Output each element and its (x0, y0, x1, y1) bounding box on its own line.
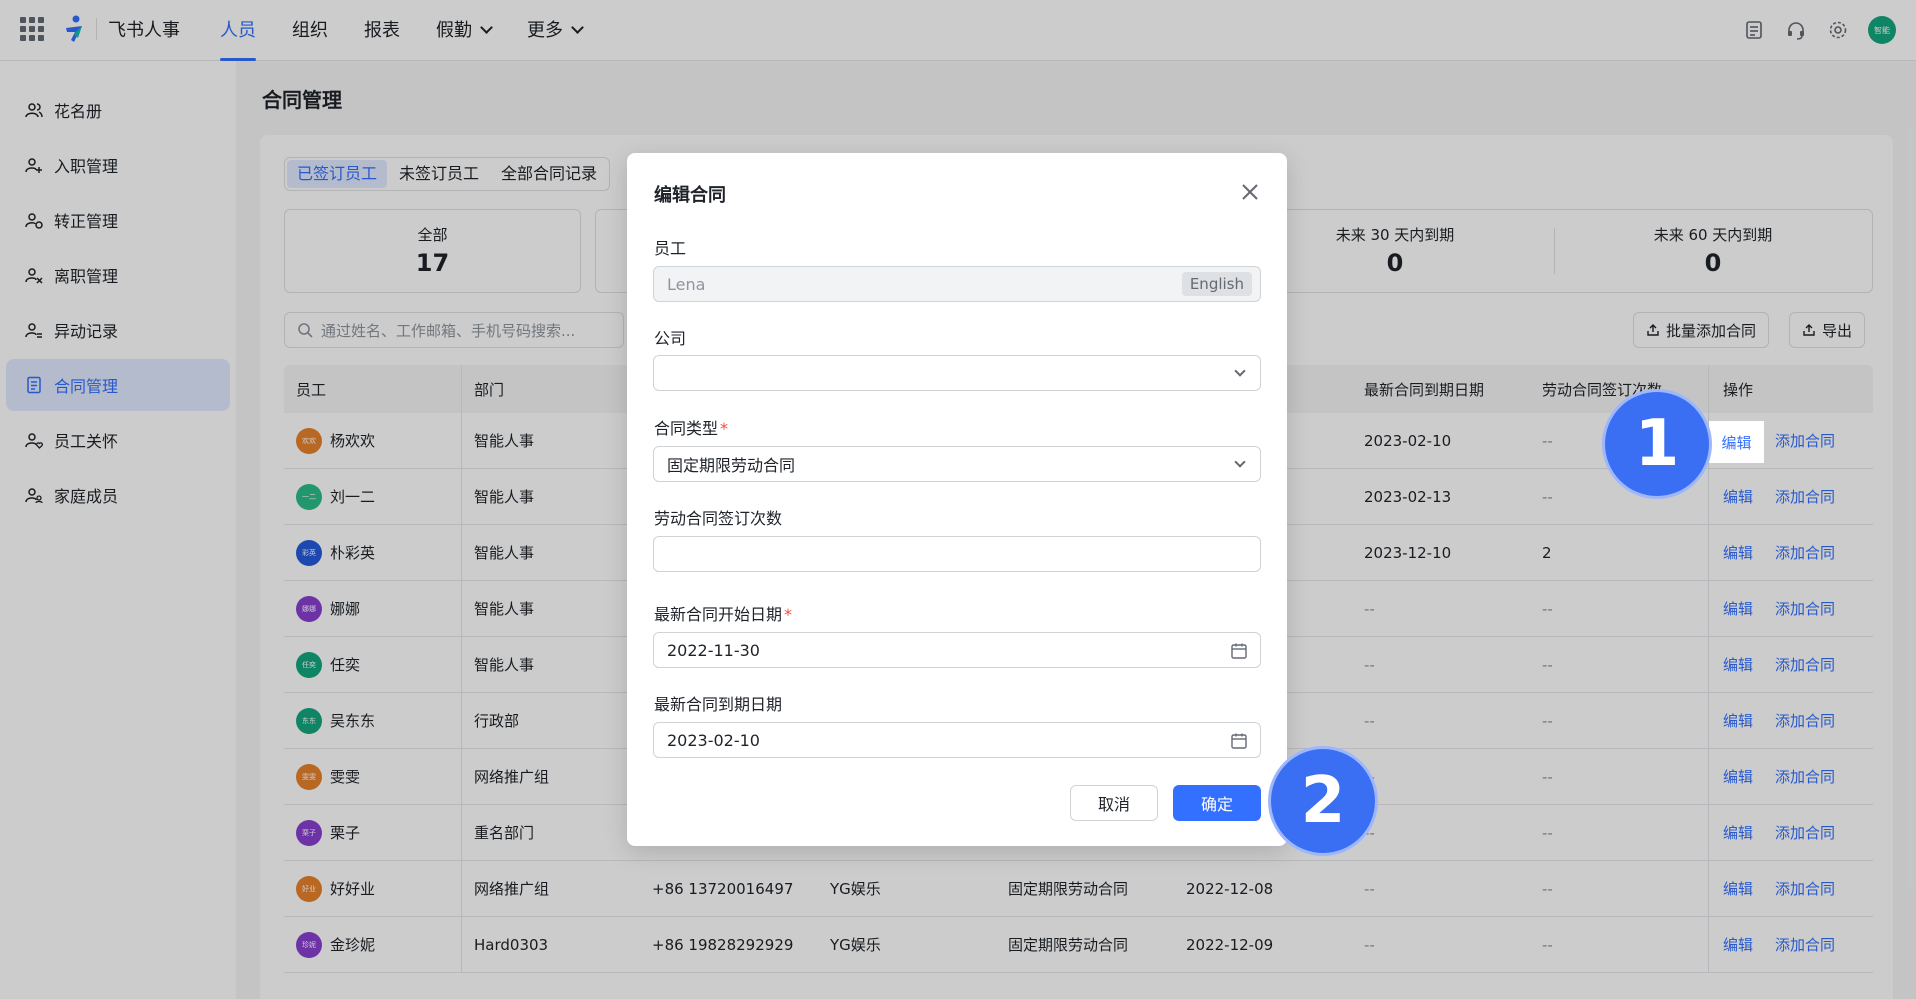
company-select[interactable] (653, 355, 1261, 391)
cancel-button[interactable]: 取消 (1070, 785, 1158, 821)
required-mark: * (720, 419, 729, 438)
contract-type-label: 合同类型 * (654, 415, 728, 439)
dialog-title: 编辑合同 (654, 185, 726, 206)
employee-label: 员工 (654, 239, 687, 258)
sign-count-input[interactable] (653, 536, 1261, 572)
language-tag: English (1181, 272, 1252, 296)
company-label: 公司 (654, 329, 687, 348)
label-text: 最新合同开始日期 (654, 605, 783, 624)
end-date-label: 最新合同到期日期 (654, 695, 783, 714)
end-date-value: 2023-02-10 (667, 730, 760, 750)
contract-type-value: 固定期限劳动合同 (667, 456, 796, 475)
calendar-icon (1231, 733, 1247, 749)
start-date-picker[interactable]: 2022-11-30 (653, 632, 1261, 668)
confirm-button[interactable]: 确定 (1173, 785, 1261, 821)
required-mark: * (784, 605, 793, 624)
employee-field: Lena English (653, 266, 1261, 302)
start-date-label: 最新合同开始日期 * (654, 601, 792, 625)
calendar-icon (1231, 643, 1247, 659)
employee-value: Lena (667, 274, 706, 294)
edit-contract-dialog: 编辑合同 员工 Lena English 公司 合同类型 * 固定期限劳动合同 劳… (627, 153, 1287, 846)
start-date-value: 2022-11-30 (667, 640, 760, 660)
chevron-down-icon (1234, 365, 1246, 377)
label-text: 合同类型 (654, 419, 719, 438)
close-icon[interactable] (1239, 181, 1261, 203)
end-date-picker[interactable]: 2023-02-10 (653, 722, 1261, 758)
sign-count-label: 劳动合同签订次数 (654, 509, 783, 528)
contract-type-select[interactable]: 固定期限劳动合同 (653, 446, 1261, 482)
highlighted-edit-link[interactable]: 编辑 (1709, 421, 1764, 463)
chevron-down-icon (1234, 456, 1246, 468)
step-marker-2: 2 (1268, 746, 1378, 856)
step-marker-1: 1 (1602, 389, 1712, 499)
